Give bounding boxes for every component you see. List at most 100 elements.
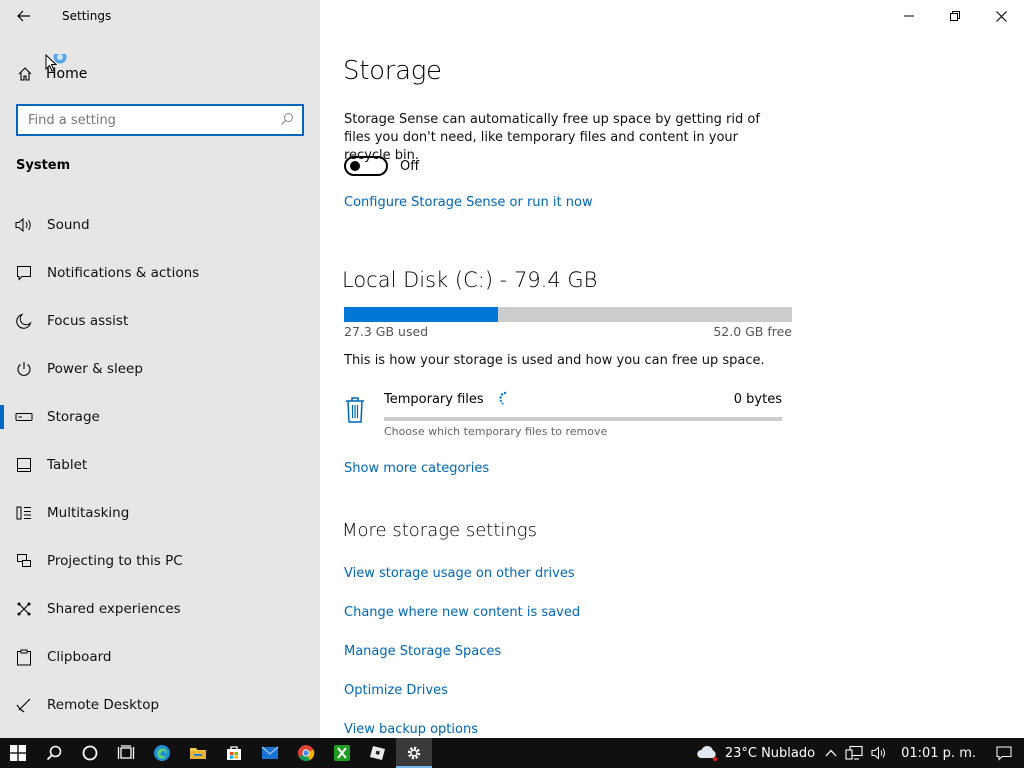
- category-subtitle: Choose which temporary files to remove: [384, 425, 608, 438]
- weather-text: 23°C Nublado: [724, 745, 816, 761]
- search-icon: [46, 745, 62, 761]
- sidebar-nav: Sound Notifications & actions Focus assi…: [0, 201, 320, 729]
- system-tray: 23°C Nublado 01:01 p. m.: [691, 738, 1024, 768]
- network-icon: [845, 745, 863, 760]
- close-button[interactable]: [978, 0, 1024, 32]
- minimize-button[interactable]: [886, 0, 932, 32]
- sidebar-item-multitasking[interactable]: Multitasking: [0, 489, 320, 537]
- search-field[interactable]: [16, 104, 304, 136]
- sidebar-item-remote-desktop[interactable]: Remote Desktop: [0, 681, 320, 729]
- loading-spinner-icon: [499, 391, 507, 405]
- taskbar-search-button[interactable]: [36, 738, 72, 768]
- sidebar-item-projecting[interactable]: Projecting to this PC: [0, 537, 320, 585]
- chrome-icon: [298, 745, 315, 762]
- show-hidden-icons-button[interactable]: [821, 738, 841, 768]
- windows-start-button[interactable]: [0, 738, 36, 768]
- sidebar-item-label: Storage: [47, 409, 100, 425]
- weather-widget[interactable]: 23°C Nublado: [691, 738, 821, 768]
- action-center-icon: [996, 746, 1012, 761]
- category-temporary-files[interactable]: Temporary files 0 bytes Choose which tem…: [344, 390, 784, 442]
- app-title: Settings: [62, 9, 112, 23]
- taskbar-xbox[interactable]: [324, 738, 360, 768]
- sidebar-item-label: Tablet: [47, 457, 88, 473]
- task-view-button[interactable]: [108, 738, 144, 768]
- tablet-icon: [0, 457, 47, 473]
- mail-icon: [261, 746, 279, 759]
- volume-icon: [871, 746, 886, 760]
- sidebar-item-clipboard[interactable]: Clipboard: [0, 633, 320, 681]
- sidebar-item-label: Projecting to this PC: [47, 553, 183, 569]
- moon-icon: [0, 313, 47, 329]
- show-more-categories-link[interactable]: Show more categories: [344, 461, 489, 476]
- toggle-state-label: Off: [400, 158, 420, 174]
- optimize-drives-link[interactable]: Optimize Drives: [344, 683, 448, 698]
- notification-icon: [0, 265, 47, 281]
- taskbar-roblox[interactable]: [360, 738, 396, 768]
- view-backup-options-link[interactable]: View backup options: [344, 722, 478, 737]
- main-content: Storage Storage Sense can automatically …: [320, 0, 1024, 738]
- disk-usage-bar: [344, 307, 792, 322]
- store-icon: [227, 746, 241, 760]
- minimize-icon: [904, 15, 914, 17]
- restore-icon: [950, 11, 960, 21]
- category-size: 0 bytes: [733, 392, 782, 407]
- back-button[interactable]: [10, 4, 38, 28]
- taskbar-file-explorer[interactable]: [180, 738, 216, 768]
- disk-title: Local Disk (C:) - 79.4 GB: [342, 268, 598, 292]
- window-controls: [886, 0, 1024, 32]
- view-storage-other-drives-link[interactable]: View storage usage on other drives: [344, 566, 575, 581]
- xbox-icon: [334, 745, 350, 761]
- shared-experiences-icon: [0, 601, 47, 617]
- taskbar-edge[interactable]: [144, 738, 180, 768]
- taskbar-settings[interactable]: [396, 738, 432, 768]
- storage-info-text: This is how your storage is used and how…: [344, 353, 765, 368]
- trash-icon: [346, 397, 364, 423]
- taskbar-store[interactable]: [216, 738, 252, 768]
- taskbar: 23°C Nublado 01:01 p. m.: [0, 738, 1024, 768]
- speaker-icon: [0, 217, 47, 233]
- volume-button[interactable]: [867, 738, 891, 768]
- action-center-button[interactable]: [986, 738, 1024, 768]
- sidebar-item-storage[interactable]: Storage: [0, 393, 320, 441]
- power-icon: [0, 361, 47, 377]
- sidebar-item-label: Remote Desktop: [47, 697, 160, 713]
- sidebar-item-label: Sound: [47, 217, 90, 233]
- edge-icon: [154, 745, 170, 761]
- sidebar-item-label: Notifications & actions: [47, 265, 200, 281]
- section-title: System: [16, 158, 71, 173]
- back-arrow-icon: [17, 10, 30, 22]
- manage-storage-spaces-link[interactable]: Manage Storage Spaces: [344, 644, 501, 659]
- change-new-content-location-link[interactable]: Change where new content is saved: [344, 605, 580, 620]
- remote-desktop-icon: [0, 697, 47, 713]
- sidebar-item-power-sleep[interactable]: Power & sleep: [0, 345, 320, 393]
- multitasking-icon: [0, 505, 47, 521]
- sidebar-item-label: Clipboard: [47, 649, 112, 665]
- clock-time: 01:01 p. m.: [901, 745, 976, 761]
- sidebar-item-sound[interactable]: Sound: [0, 201, 320, 249]
- roblox-icon: [370, 746, 385, 760]
- configure-storage-sense-link[interactable]: Configure Storage Sense or run it now: [344, 195, 593, 210]
- close-icon: [995, 10, 1007, 22]
- cortana-button[interactable]: [72, 738, 108, 768]
- sidebar-item-focus-assist[interactable]: Focus assist: [0, 297, 320, 345]
- disk-usage-fill: [344, 307, 499, 322]
- cortana-icon: [82, 745, 98, 761]
- clock[interactable]: 01:01 p. m.: [891, 738, 986, 768]
- network-button[interactable]: [841, 738, 867, 768]
- sidebar-item-notifications[interactable]: Notifications & actions: [0, 249, 320, 297]
- toggle-knob: [350, 161, 360, 171]
- settings-gear-icon: [407, 746, 421, 760]
- sidebar-item-tablet[interactable]: Tablet: [0, 441, 320, 489]
- sidebar-item-shared-experiences[interactable]: Shared experiences: [0, 585, 320, 633]
- task-view-icon: [117, 745, 135, 759]
- sidebar-item-label: Multitasking: [47, 505, 130, 521]
- search-icon: [280, 111, 294, 130]
- storage-sense-toggle-row: Off: [344, 156, 419, 176]
- storage-sense-toggle[interactable]: [344, 156, 388, 176]
- maximize-button[interactable]: [932, 0, 978, 32]
- search-input[interactable]: [28, 112, 280, 128]
- cloud-weather-icon: [697, 745, 718, 762]
- taskbar-mail[interactable]: [252, 738, 288, 768]
- home-icon: [0, 66, 46, 82]
- taskbar-chrome[interactable]: [288, 738, 324, 768]
